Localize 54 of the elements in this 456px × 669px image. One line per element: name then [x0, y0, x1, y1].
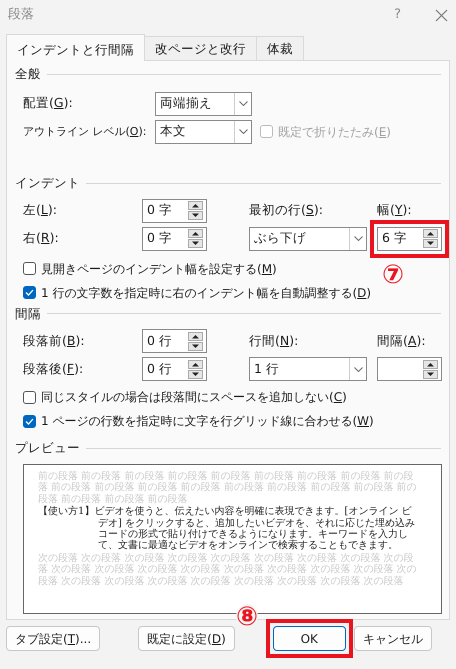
checkbox[interactable] — [23, 390, 36, 404]
field-label: 間隔(A): — [377, 332, 427, 350]
dialog-button[interactable]: 既定に設定(D) — [138, 626, 235, 651]
checkbox[interactable] — [23, 262, 36, 275]
dropdown-caret-icon — [354, 236, 362, 241]
field-label: 左(L): — [23, 201, 58, 220]
checkbox-label[interactable]: 同じスタイルの場合は段落間にスペースを追加しない(C) — [41, 388, 347, 406]
dropdown[interactable]: ぶら下げ — [249, 226, 367, 250]
field-label: 幅(Y): — [377, 201, 413, 220]
dropdown-caret-icon — [238, 101, 248, 106]
spin-arrows-icon[interactable] — [423, 229, 438, 248]
checkbox-label[interactable]: 見開きページのインデント幅を設定する(M) — [41, 260, 277, 278]
window-title: 段落 — [8, 6, 34, 24]
spin-arrows-icon[interactable] — [188, 360, 203, 379]
checkbox-label[interactable]: 1 行の文字数を指定時に右のインデント幅を自動調整する(D) — [41, 284, 372, 302]
section-heading: インデント — [15, 174, 80, 192]
field-label: 行間(N): — [249, 332, 300, 350]
spin-arrows-icon[interactable] — [188, 201, 203, 220]
step-number: ⑦ — [382, 262, 404, 288]
spin-field[interactable] — [377, 357, 442, 382]
field-label: 最初の行(S): — [249, 201, 324, 220]
dropdown[interactable]: 両端揃え — [155, 92, 252, 116]
dialog-button[interactable]: OK — [272, 626, 346, 651]
dropdown[interactable]: 1 行 — [249, 357, 367, 382]
checkmark-icon — [25, 289, 34, 296]
dialog-button[interactable]: キャンセル — [354, 626, 432, 651]
spin-field[interactable]: 0 行 — [142, 357, 207, 382]
field-label: 段落後(F): — [23, 360, 84, 378]
checkbox[interactable] — [23, 414, 36, 428]
spin-field[interactable]: 0 字 — [142, 226, 207, 250]
section-heading: 全般 — [15, 65, 41, 83]
spin-arrows-icon[interactable] — [423, 360, 438, 379]
field-label: 右(R): — [23, 229, 60, 248]
field-label: 段落前(B): — [23, 332, 86, 350]
checkmark-icon — [25, 418, 34, 425]
field-label: 配置(G): — [23, 94, 74, 112]
checkbox-label[interactable]: 1 ページの行数を指定時に文字を行グリッド線に合わせる(W) — [41, 412, 374, 430]
dropdown-caret-icon — [238, 129, 248, 134]
spin-field[interactable]: 0 行 — [142, 329, 207, 354]
section-heading: プレビュー — [15, 439, 80, 458]
spin-arrows-icon[interactable] — [188, 229, 203, 248]
field-label: アウトライン レベル(O): — [23, 124, 148, 140]
close-icon[interactable] — [435, 8, 448, 22]
spin-field[interactable]: 0 字 — [142, 198, 207, 222]
tab[interactable]: インデントと行間隔 — [6, 34, 145, 61]
checkbox[interactable] — [23, 286, 36, 299]
dropdown[interactable]: 本文 — [155, 120, 252, 144]
tab[interactable]: 体裁 — [256, 36, 304, 60]
spin-arrows-icon[interactable] — [188, 332, 203, 351]
dropdown-caret-icon — [354, 366, 362, 372]
preview-text: 【使い方1】ビデオを使うと、伝えたい内容を明確に表現できます。[オンライン ビデオ] をクリックすると、追加したいビデオを、それに応じた埋め込みコードの形式で貼り付けできるようになります。キーワードを入力して、文書に最適なビデオをオンラインで検索することもできます。 — [38, 506, 416, 552]
section-heading: 間隔 — [15, 304, 41, 322]
spin-field[interactable]: 6 字 — [377, 226, 442, 250]
dialog-button[interactable]: タブ設定(T)... — [6, 626, 100, 651]
